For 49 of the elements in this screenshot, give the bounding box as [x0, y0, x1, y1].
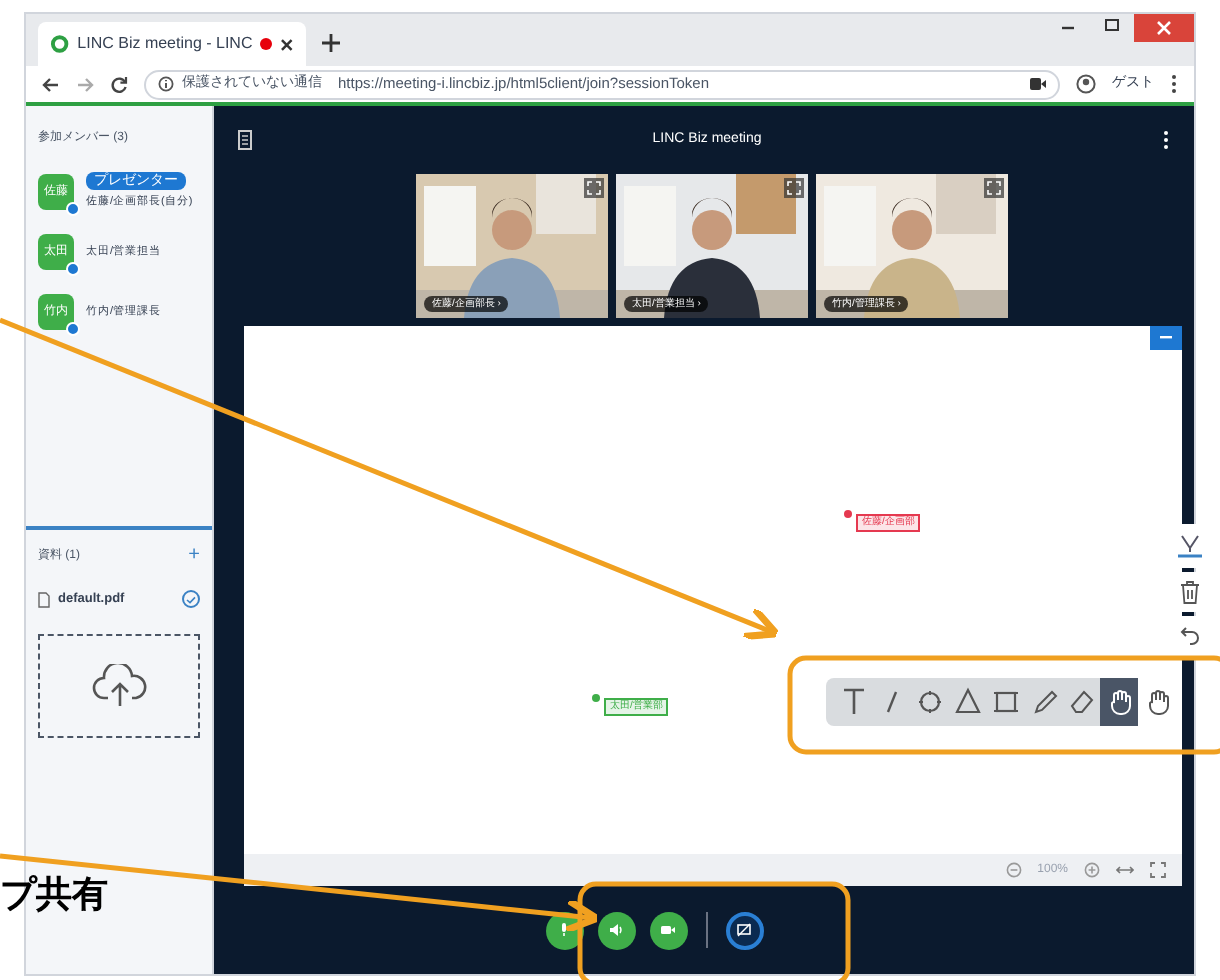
annotation-caption: プ共有	[0, 876, 108, 912]
eraser-icon	[1067, 686, 1095, 718]
hand-icon	[1143, 686, 1171, 718]
status-icon	[66, 201, 80, 216]
status-icon	[66, 262, 80, 277]
text-icon	[839, 686, 867, 718]
expand-icon[interactable]	[984, 178, 1004, 198]
document-icon[interactable]	[238, 130, 252, 150]
annotation-icon	[1178, 533, 1202, 559]
reload-icon[interactable]	[110, 75, 128, 93]
app-icon	[50, 34, 70, 54]
trash-icon	[1180, 580, 1200, 604]
triangle-icon	[953, 686, 981, 718]
check-icon[interactable]	[182, 590, 200, 609]
hand-icon	[1105, 686, 1133, 718]
add-document-button[interactable]: +	[188, 546, 200, 566]
close-window-icon[interactable]	[1134, 14, 1194, 42]
close-icon[interactable]	[280, 37, 294, 51]
speaker-button[interactable]	[597, 911, 635, 949]
undo-icon	[1180, 625, 1200, 647]
camera-button[interactable]	[649, 911, 687, 949]
ellipse-icon	[915, 686, 943, 718]
profile-icon[interactable]	[1076, 74, 1096, 94]
recording-icon	[260, 38, 273, 50]
collapse-button[interactable]	[1150, 326, 1182, 350]
more-icon[interactable]	[1162, 130, 1170, 150]
new-tab-icon[interactable]	[322, 34, 340, 52]
fit-width-icon[interactable]	[1116, 864, 1134, 876]
file-icon	[38, 591, 50, 608]
status-icon	[66, 322, 80, 337]
camera-icon	[1030, 78, 1046, 90]
minus-icon	[1160, 336, 1172, 340]
expand-icon[interactable]	[584, 178, 604, 198]
info-icon	[158, 76, 174, 92]
tab-title: LINC Biz meeting - LINC	[77, 32, 253, 56]
browser-tab[interactable]: LINC Biz meeting - LINC	[38, 22, 306, 66]
video-camera-icon	[658, 920, 678, 940]
rectangle-icon	[991, 686, 1019, 718]
back-icon[interactable]	[42, 75, 60, 93]
fullscreen-icon[interactable]	[1150, 862, 1166, 878]
hand-tool[interactable]	[1100, 678, 1138, 726]
screen-share-icon	[734, 920, 754, 940]
expand-icon[interactable]	[784, 178, 804, 198]
menu-icon[interactable]	[1170, 74, 1178, 94]
pencil-icon	[1029, 686, 1057, 718]
speaker-icon	[606, 920, 626, 940]
upload-area[interactable]	[38, 633, 200, 738]
screen-share-button[interactable]	[725, 911, 763, 949]
cloud-upload-icon	[91, 663, 147, 708]
